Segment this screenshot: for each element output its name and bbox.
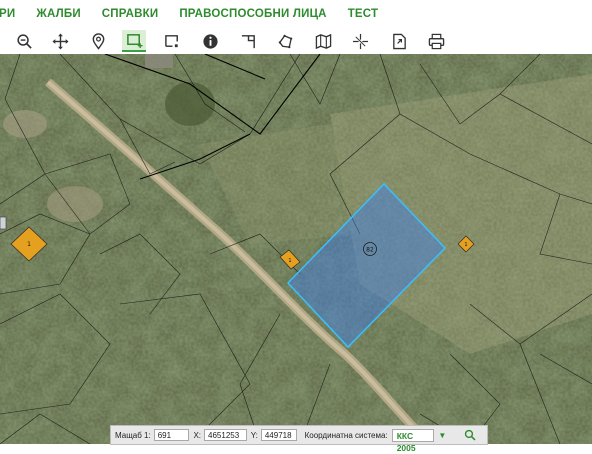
print-icon bbox=[428, 33, 444, 49]
nav-item-licensed-persons[interactable]: ПРАВОСПОСОБНИ ЛИЦА bbox=[179, 8, 326, 20]
select-area-button[interactable] bbox=[160, 30, 184, 52]
measure-distance-icon bbox=[241, 34, 255, 48]
building-number: 1 bbox=[288, 258, 291, 264]
aerial-imagery bbox=[0, 54, 592, 444]
pan-button[interactable] bbox=[48, 30, 72, 52]
x-coordinate-field[interactable]: 4651253 bbox=[204, 429, 247, 441]
map-canvas[interactable]: 82 1 1 1 bbox=[0, 54, 592, 444]
y-coordinate-field[interactable]: 449718 bbox=[260, 429, 297, 441]
info-button[interactable] bbox=[198, 30, 222, 52]
export-icon bbox=[392, 33, 406, 49]
selected-parcel-number: 82 bbox=[366, 247, 374, 254]
select-rectangle-button[interactable] bbox=[122, 30, 146, 52]
location-button[interactable] bbox=[86, 30, 110, 52]
coordinates-button[interactable] bbox=[348, 30, 372, 52]
coordinate-system-label: Координатна система: bbox=[304, 430, 388, 440]
zoom-out-button[interactable] bbox=[12, 30, 36, 52]
y-label: Y: bbox=[250, 430, 258, 440]
x-label: X: bbox=[193, 430, 202, 440]
scale-label: Мащаб 1: bbox=[115, 430, 151, 440]
nav-item-test[interactable]: ТЕСТ bbox=[348, 8, 379, 20]
measure-area-icon bbox=[278, 34, 292, 48]
search-button[interactable] bbox=[452, 428, 487, 443]
coordinate-system-select[interactable]: ККС 2005 bbox=[391, 428, 435, 453]
status-bar: Мащаб 1: 691 X: 4651253 Y: 449718 Коорди… bbox=[110, 425, 488, 453]
building-number: 1 bbox=[464, 242, 467, 248]
nav-item-complaints[interactable]: ЖАЛБИ bbox=[36, 8, 80, 20]
measure-distance-button[interactable] bbox=[236, 30, 260, 52]
zoom-out-icon bbox=[16, 33, 32, 49]
coordinates-icon bbox=[352, 33, 368, 49]
measure-area-button[interactable] bbox=[273, 30, 297, 52]
select-area-icon bbox=[164, 34, 178, 47]
nav-item-references[interactable]: СПРАВКИ bbox=[102, 8, 159, 20]
map-view[interactable]: 82 1 1 1 bbox=[0, 54, 592, 444]
building-number: 1 bbox=[27, 241, 31, 248]
nav-item-ri[interactable]: РИ bbox=[0, 8, 15, 20]
layers-map-button[interactable] bbox=[311, 30, 335, 52]
location-pin-icon bbox=[92, 32, 104, 50]
map-toolbar bbox=[0, 28, 592, 55]
search-icon bbox=[464, 429, 476, 441]
chevron-down-icon[interactable]: ▼ bbox=[438, 431, 446, 440]
scale-input[interactable]: 691 bbox=[153, 429, 190, 441]
building[interactable] bbox=[0, 216, 7, 230]
export-button[interactable] bbox=[387, 30, 411, 52]
top-navigation: РИ ЖАЛБИ СПРАВКИ ПРАВОСПОСОБНИ ЛИЦА ТЕСТ bbox=[0, 0, 592, 28]
print-button[interactable] bbox=[424, 30, 448, 52]
select-rectangle-icon bbox=[126, 33, 143, 48]
pan-icon bbox=[51, 32, 69, 50]
info-icon bbox=[202, 33, 218, 49]
layers-map-icon bbox=[315, 33, 331, 49]
